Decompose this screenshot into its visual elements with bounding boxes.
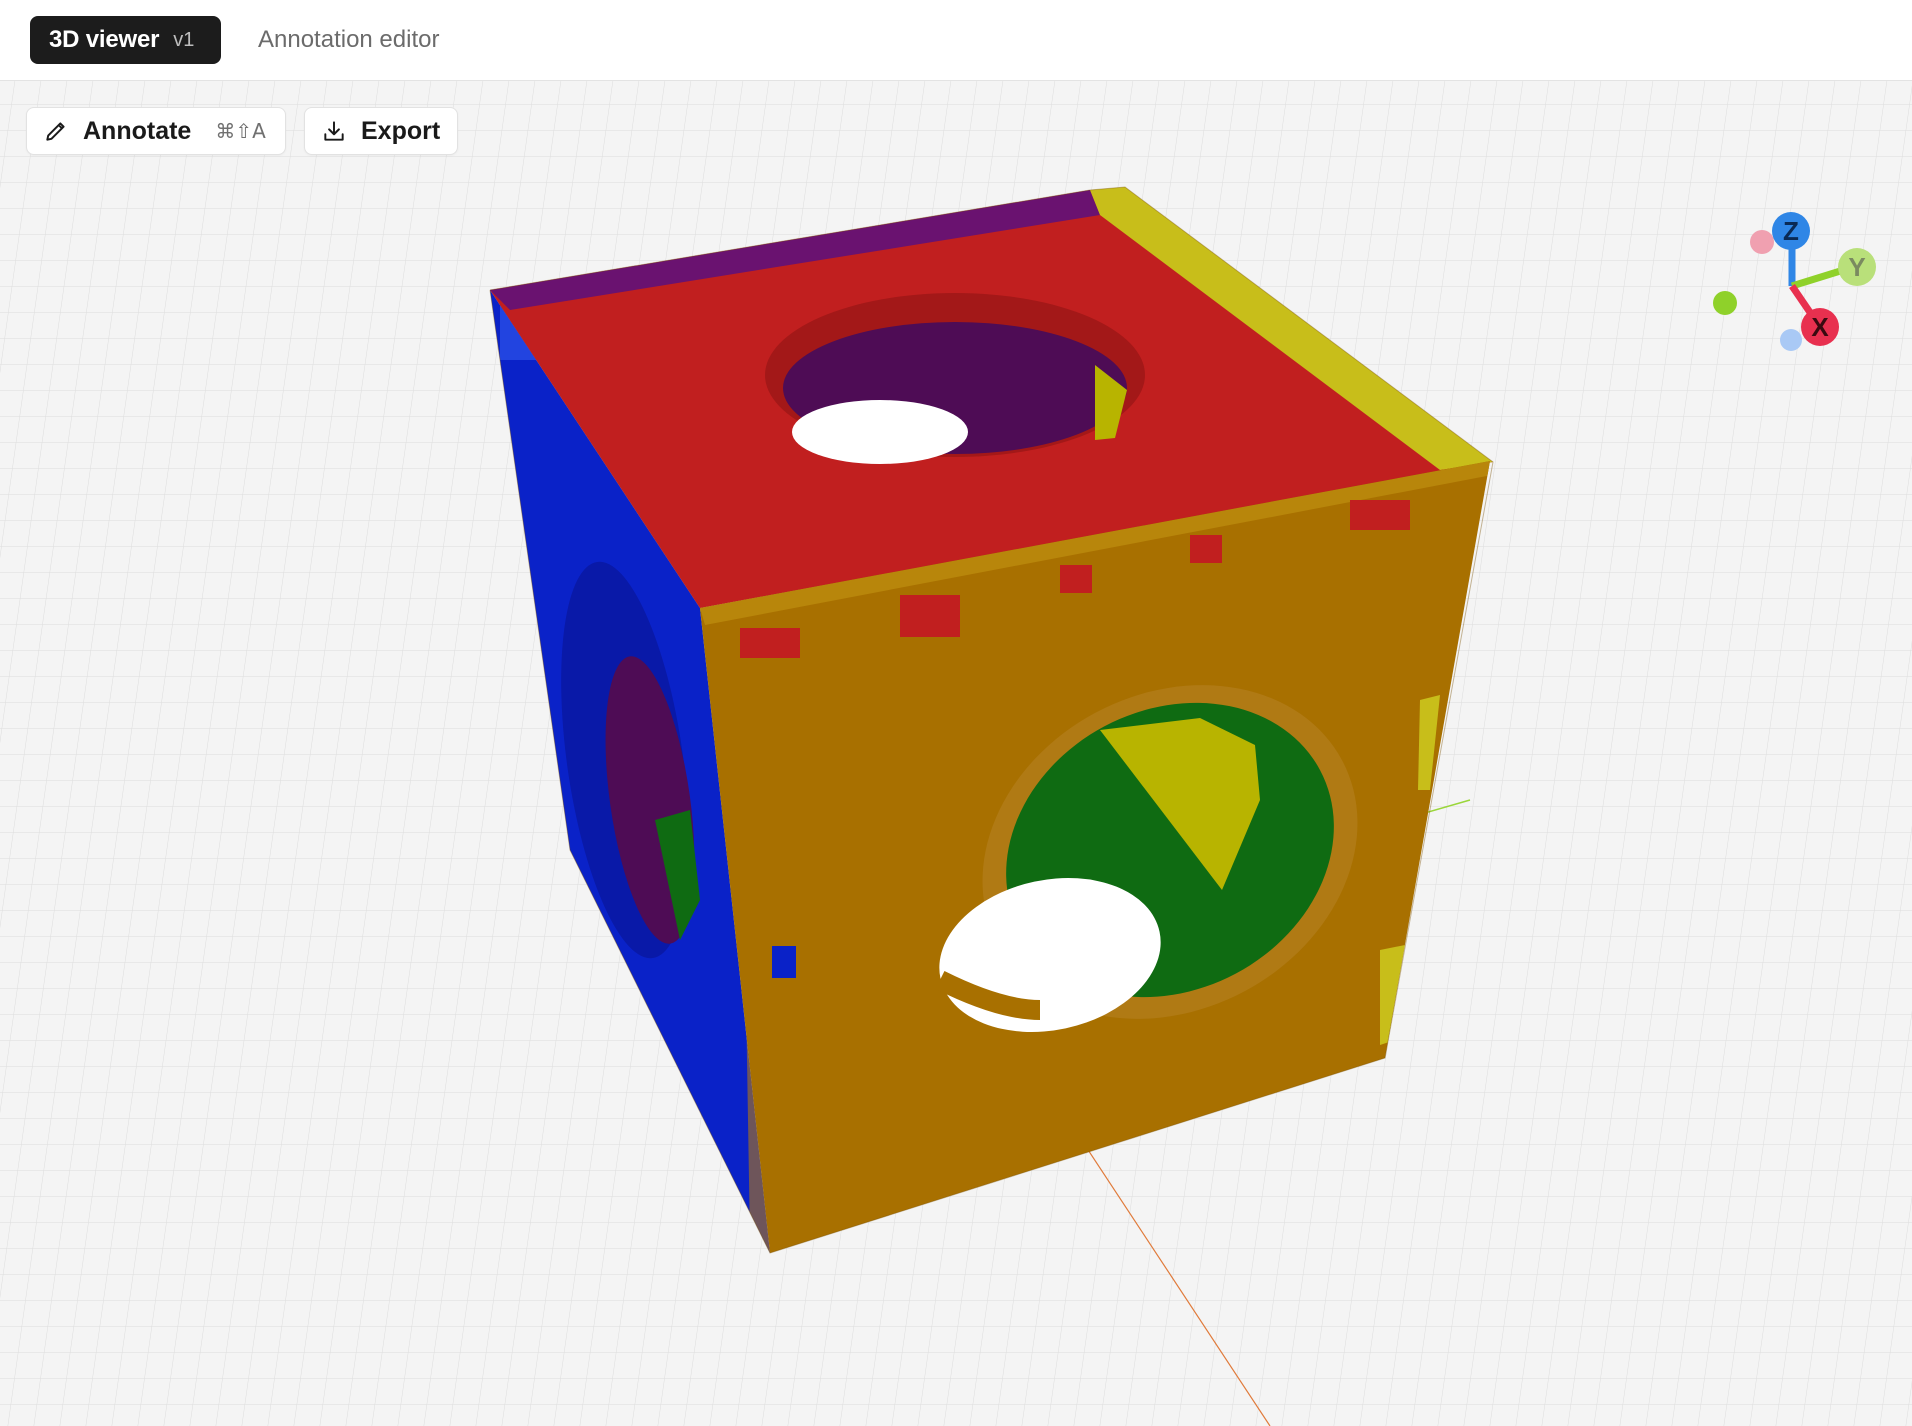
annotate-shortcut: ⌘⇧A [215, 119, 266, 143]
tab-3d-viewer[interactable]: 3D viewer v1 [30, 16, 221, 64]
annotate-label: Annotate [83, 116, 192, 145]
gizmo-neg-x-dot[interactable] [1750, 230, 1774, 254]
export-button[interactable]: Export [304, 107, 458, 155]
gizmo-x-label: X [1811, 312, 1829, 342]
gizmo-neg-y-dot[interactable] [1713, 291, 1737, 315]
gizmo-y-handle[interactable]: Y [1838, 248, 1876, 286]
3d-viewport[interactable]: Z Y X [0, 81, 1912, 1426]
gizmo-neg-z-dot[interactable] [1780, 329, 1802, 351]
orientation-gizmo[interactable]: Z Y X [1700, 201, 1890, 376]
export-label: Export [361, 116, 441, 145]
top-hole-opening [792, 400, 968, 464]
tab-annotation-editor[interactable]: Annotation editor [258, 16, 439, 64]
scene-canvas[interactable] [0, 81, 1912, 1426]
tab-3d-viewer-label: 3D viewer [49, 26, 160, 53]
top-bar: 3D viewer v1 Annotation editor [0, 0, 1912, 81]
gizmo-z-handle[interactable]: Z [1772, 212, 1810, 250]
gizmo-z-label: Z [1783, 216, 1799, 246]
gizmo-y-label: Y [1848, 252, 1865, 282]
gizmo-x-handle[interactable]: X [1801, 308, 1839, 346]
pencil-icon [46, 122, 65, 141]
annotate-button[interactable]: Annotate ⌘⇧A [26, 107, 286, 155]
version-badge: v1 [173, 28, 195, 51]
download-icon [324, 121, 344, 141]
